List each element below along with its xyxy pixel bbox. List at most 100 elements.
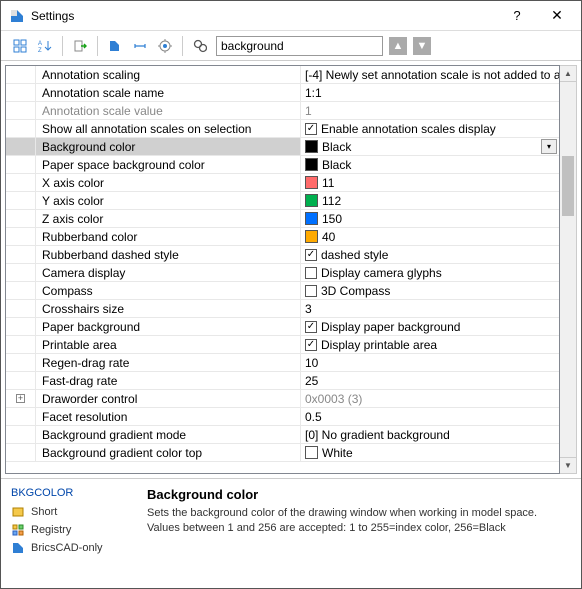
row-gutter bbox=[6, 372, 36, 389]
titlebar: Settings ? ✕ bbox=[1, 1, 581, 31]
search-prev-button[interactable]: ▲ bbox=[389, 37, 407, 55]
setting-value[interactable]: Display camera glyphs bbox=[301, 264, 559, 281]
setting-label: Crosshairs size bbox=[36, 300, 301, 317]
setting-value[interactable]: 150 bbox=[301, 210, 559, 227]
setting-row[interactable]: Annotation scaling[-4] Newly set annotat… bbox=[6, 66, 559, 84]
setting-row[interactable]: Crosshairs size 3 bbox=[6, 300, 559, 318]
setting-value[interactable]: 25 bbox=[301, 372, 559, 389]
setting-row[interactable]: Regen-drag rate10 bbox=[6, 354, 559, 372]
setting-value[interactable]: ✓Display paper background bbox=[301, 318, 559, 335]
setting-value[interactable]: 1 bbox=[301, 102, 559, 119]
row-gutter bbox=[6, 318, 36, 335]
row-gutter bbox=[6, 66, 36, 83]
setting-label: Printable area bbox=[36, 336, 301, 353]
close-button[interactable]: ✕ bbox=[537, 2, 577, 30]
setting-row[interactable]: Background gradient mode[0] No gradient … bbox=[6, 426, 559, 444]
setting-row[interactable]: X axis color11 bbox=[6, 174, 559, 192]
setting-value[interactable]: 3D Compass bbox=[301, 282, 559, 299]
dropdown-button[interactable]: ▾ bbox=[541, 139, 557, 154]
setting-row[interactable]: Paper background✓Display paper backgroun… bbox=[6, 318, 559, 336]
registry-icon bbox=[11, 523, 25, 537]
info-description: Sets the background color of the drawing… bbox=[147, 506, 571, 536]
scroll-down-button[interactable]: ▼ bbox=[560, 457, 576, 473]
info-title: Background color bbox=[147, 487, 571, 502]
setting-value[interactable]: 10 bbox=[301, 354, 559, 371]
setting-value[interactable]: 3 bbox=[301, 300, 559, 317]
search-next-button[interactable]: ▼ bbox=[413, 37, 431, 55]
row-gutter: + bbox=[6, 390, 36, 407]
help-button[interactable]: ? bbox=[497, 2, 537, 30]
checkbox[interactable]: ✓ bbox=[305, 249, 317, 261]
setting-value[interactable]: [0] No gradient background bbox=[301, 426, 559, 443]
setting-value-text: 40 bbox=[322, 230, 335, 244]
info-panel: BKGCOLOR Short Registry BricsCAD-only Ba… bbox=[1, 478, 581, 588]
tree-view-icon[interactable] bbox=[9, 35, 31, 57]
setting-label: Z axis color bbox=[36, 210, 301, 227]
setting-label: Draworder control bbox=[36, 390, 301, 407]
setting-value[interactable]: 11 bbox=[301, 174, 559, 191]
checkbox[interactable]: ✓ bbox=[305, 321, 317, 333]
checkbox[interactable] bbox=[305, 267, 317, 279]
setting-row[interactable]: Printable area✓Display printable area bbox=[6, 336, 559, 354]
scroll-thumb[interactable] bbox=[562, 156, 574, 216]
setting-value[interactable]: ✓Enable annotation scales display bbox=[301, 120, 559, 137]
setting-value[interactable]: [-4] Newly set annotation scale is not a… bbox=[301, 66, 559, 83]
svg-text:Z: Z bbox=[38, 48, 42, 53]
setting-value-text: 0.5 bbox=[305, 410, 322, 424]
setting-value[interactable]: ✓dashed style bbox=[301, 246, 559, 263]
filter-drawing-icon[interactable] bbox=[104, 35, 126, 57]
filter-dimension-icon[interactable] bbox=[129, 35, 151, 57]
scroll-up-button[interactable]: ▲ bbox=[560, 66, 576, 82]
flag-registry: Registry bbox=[11, 523, 121, 537]
setting-row[interactable]: Show all annotation scales on selection✓… bbox=[6, 120, 559, 138]
flag-short: Short bbox=[11, 505, 121, 519]
find-icon[interactable] bbox=[189, 35, 211, 57]
setting-value[interactable]: 112 bbox=[301, 192, 559, 209]
setting-value[interactable]: White bbox=[301, 444, 559, 461]
setting-row[interactable]: Rubberband dashed style✓dashed style bbox=[6, 246, 559, 264]
setting-row[interactable]: Y axis color112 bbox=[6, 192, 559, 210]
setting-row[interactable]: Background gradient color top White bbox=[6, 444, 559, 462]
setting-value[interactable]: 1:1 bbox=[301, 84, 559, 101]
setting-value-text: 3 bbox=[305, 302, 312, 316]
expand-icon[interactable]: + bbox=[16, 394, 25, 403]
setting-value-text: 25 bbox=[305, 374, 318, 388]
sort-az-icon[interactable]: AZ bbox=[34, 35, 56, 57]
row-gutter bbox=[6, 246, 36, 263]
setting-label: Fast-drag rate bbox=[36, 372, 301, 389]
checkbox[interactable]: ✓ bbox=[305, 123, 317, 135]
setting-value[interactable]: 40 bbox=[301, 228, 559, 245]
setting-row[interactable]: + Draworder control0x0003 (3) bbox=[6, 390, 559, 408]
setting-value[interactable]: ✓Display printable area bbox=[301, 336, 559, 353]
setting-row[interactable]: Fast-drag rate 25 bbox=[6, 372, 559, 390]
color-swatch bbox=[305, 176, 318, 189]
setting-row[interactable]: Annotation scale value1 bbox=[6, 102, 559, 120]
setting-row[interactable]: Background colorBlack▾ bbox=[6, 138, 559, 156]
row-gutter bbox=[6, 264, 36, 281]
setting-label: Background gradient color top bbox=[36, 444, 301, 461]
setting-value[interactable]: Black bbox=[301, 156, 559, 173]
setting-value[interactable]: 0x0003 (3) bbox=[301, 390, 559, 407]
row-gutter bbox=[6, 426, 36, 443]
checkbox[interactable]: ✓ bbox=[305, 339, 317, 351]
setting-row[interactable]: Facet resolution0.5 bbox=[6, 408, 559, 426]
setting-value[interactable]: 0.5 bbox=[301, 408, 559, 425]
setting-row[interactable]: Annotation scale name1:1 bbox=[6, 84, 559, 102]
setting-value[interactable]: Black▾ bbox=[301, 138, 559, 155]
setting-row[interactable]: Rubberband color40 bbox=[6, 228, 559, 246]
setting-row[interactable]: Z axis color150 bbox=[6, 210, 559, 228]
export-icon[interactable] bbox=[69, 35, 91, 57]
scrollbar[interactable]: ▲ ▼ bbox=[560, 65, 577, 474]
setting-value-text: [-4] Newly set annotation scale is not a… bbox=[305, 68, 559, 82]
search-input[interactable] bbox=[216, 36, 383, 56]
setting-row[interactable]: Camera displayDisplay camera glyphs bbox=[6, 264, 559, 282]
setting-row[interactable]: Compass3D Compass bbox=[6, 282, 559, 300]
setting-value-text: 11 bbox=[322, 176, 334, 190]
filter-differences-icon[interactable] bbox=[154, 35, 176, 57]
color-swatch bbox=[305, 212, 318, 225]
setting-label: Annotation scale name bbox=[36, 84, 301, 101]
color-swatch bbox=[305, 230, 318, 243]
setting-row[interactable]: Paper space background colorBlack bbox=[6, 156, 559, 174]
setting-label: Paper space background color bbox=[36, 156, 301, 173]
checkbox[interactable] bbox=[305, 285, 317, 297]
